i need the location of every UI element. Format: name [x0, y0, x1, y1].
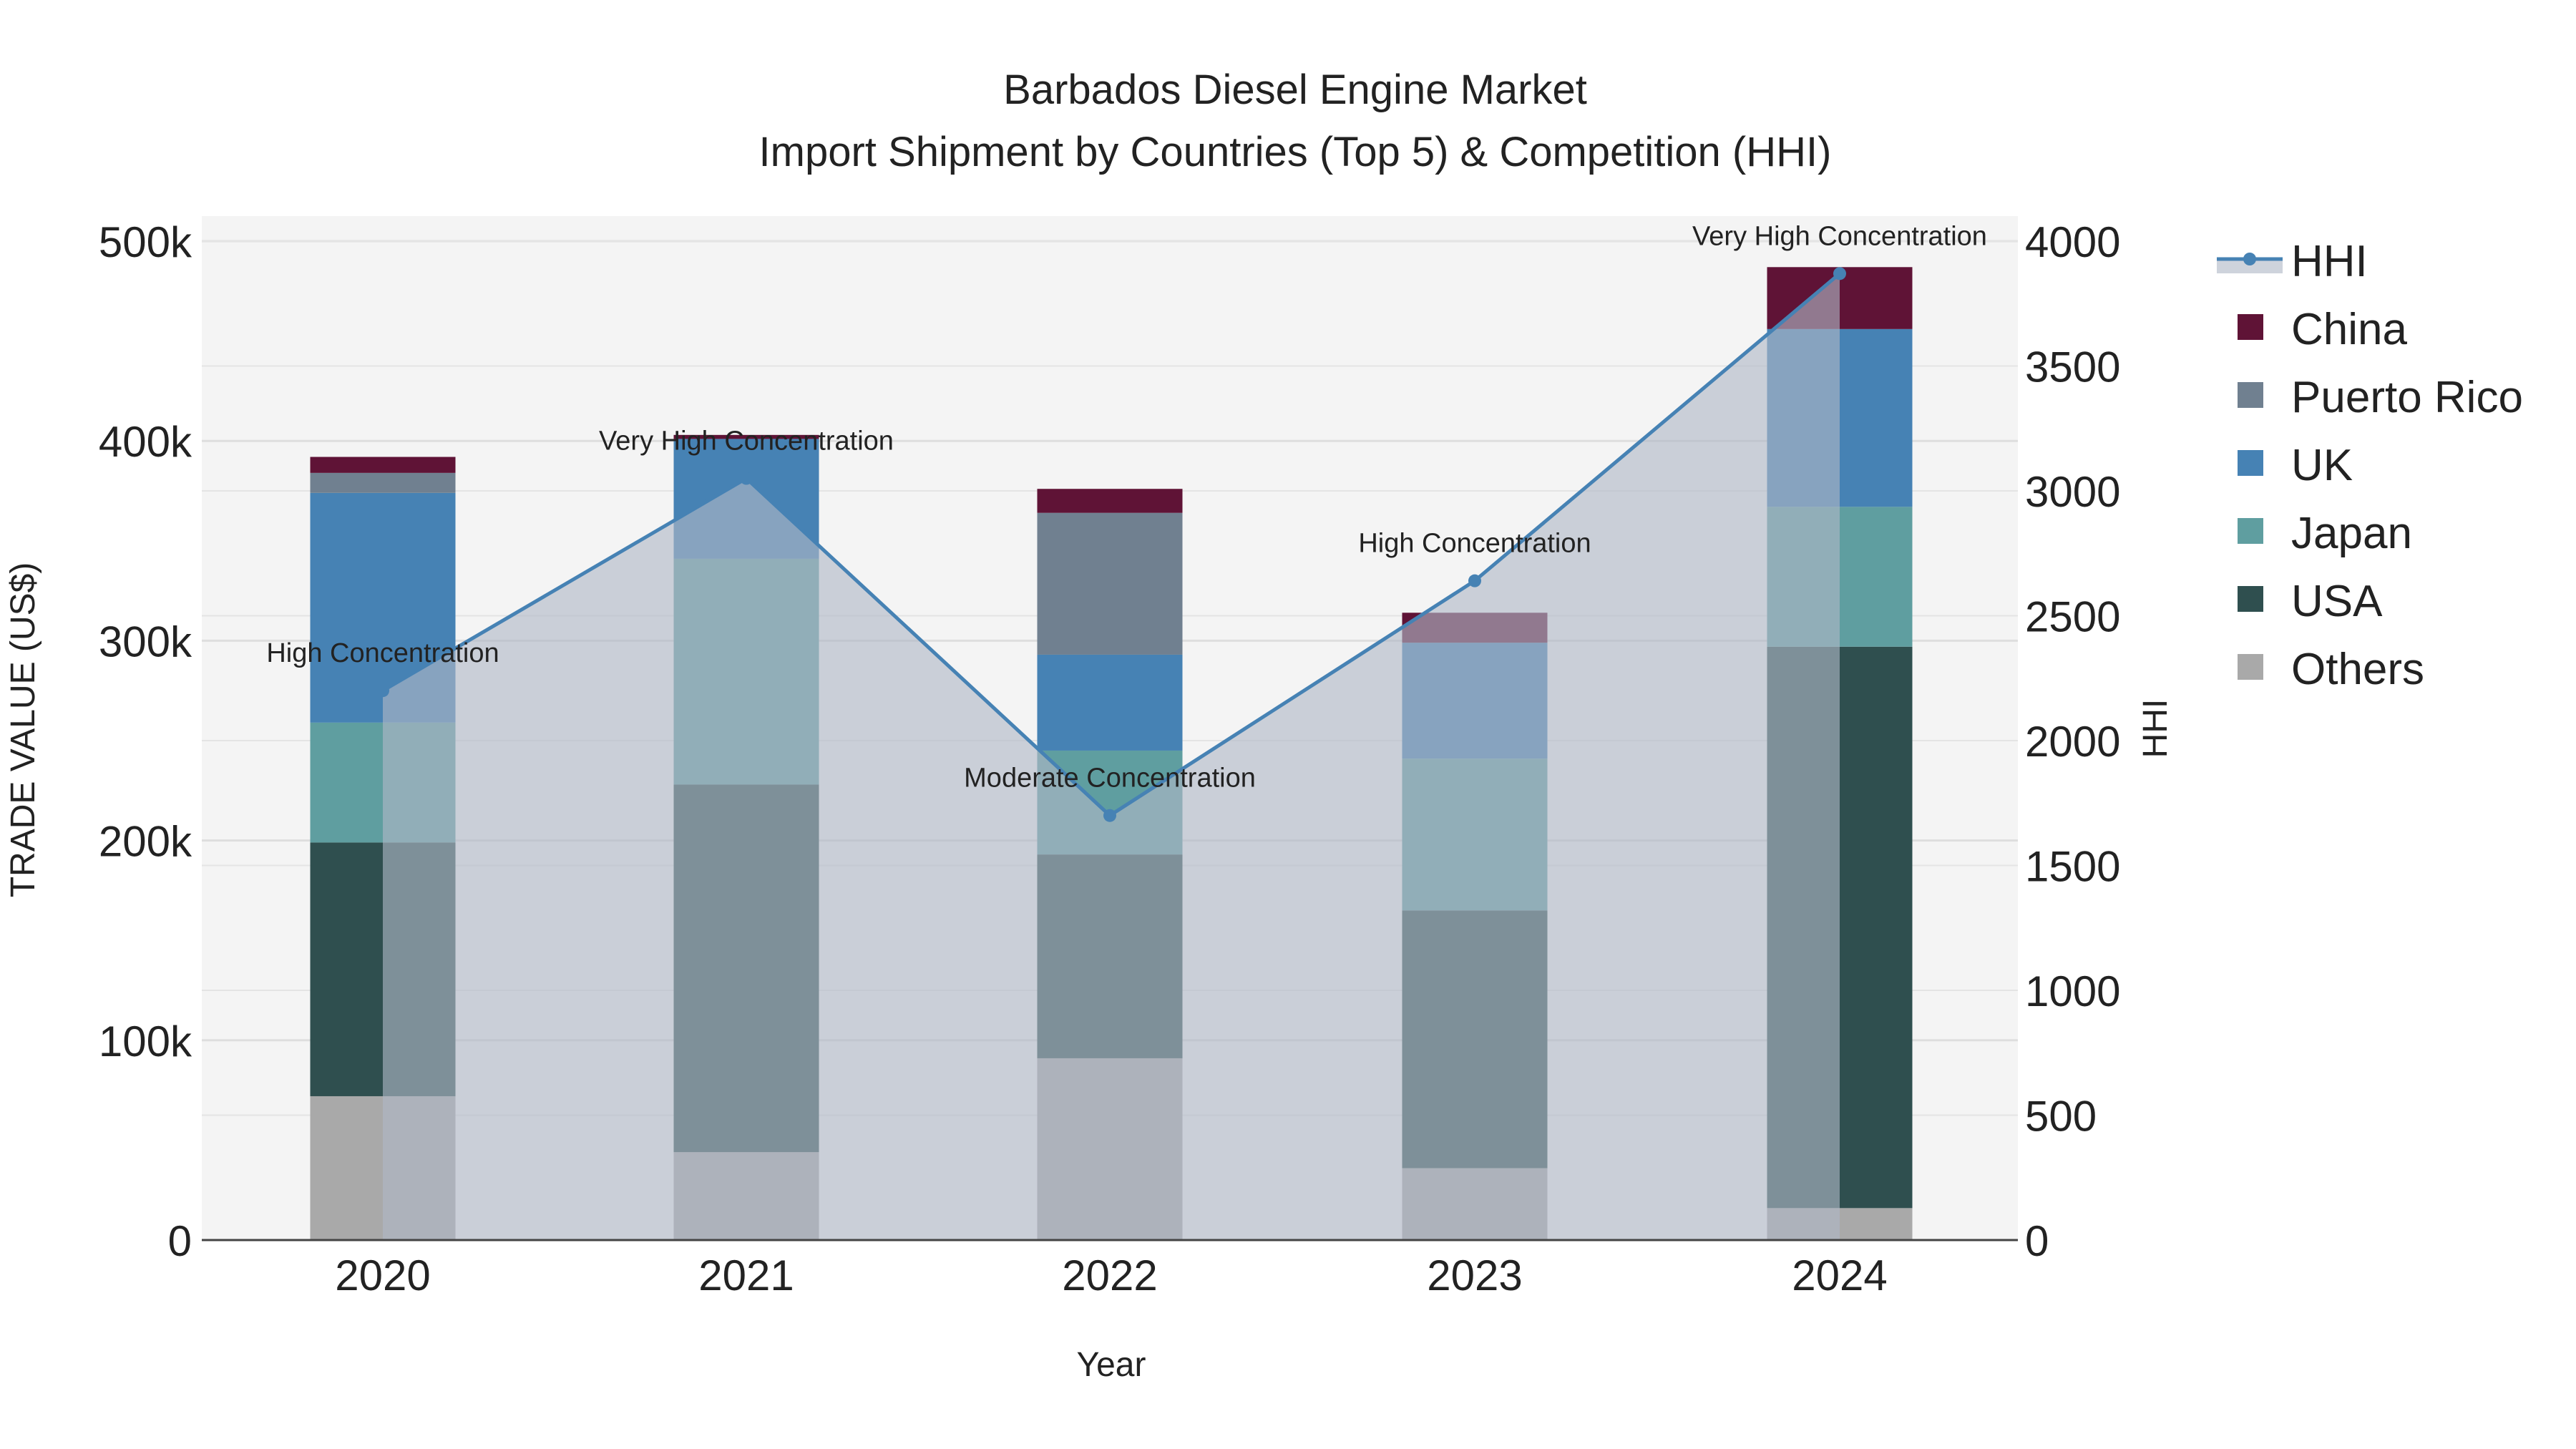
y-tick-label: 500k — [99, 218, 192, 266]
y-axis-ticks: 0 100k 200k 300k 400k 500k — [99, 218, 192, 1265]
hhi-annotation: Moderate Concentration — [964, 763, 1256, 794]
hhi-point[interactable] — [376, 684, 389, 698]
y-tick-label: 0 — [168, 1217, 192, 1265]
y2-tick-label: 500 — [2025, 1093, 2097, 1141]
chart: Barbados Diesel Engine Market Import Shi… — [4, 67, 2523, 1384]
x-tick-label: 2021 — [698, 1252, 794, 1299]
legend-item-puerto-rico[interactable]: Puerto Rico — [2238, 373, 2523, 422]
legend-swatch — [2238, 518, 2263, 544]
x-axis-ticks: 2020 2021 2022 2023 2024 — [335, 1252, 1887, 1299]
legend-item-china[interactable]: China — [2238, 305, 2408, 354]
y-tick-label: 100k — [99, 1018, 192, 1065]
chart-title: Barbados Diesel Engine Market — [1003, 67, 1587, 113]
bar-puerto-rico-2020[interactable] — [310, 472, 456, 493]
x-tick-label: 2020 — [335, 1252, 430, 1299]
legend-label: HHI — [2291, 237, 2368, 286]
y-tick-label: 400k — [99, 418, 192, 466]
y-tick-label: 200k — [99, 818, 192, 866]
y2-tick-label: 2500 — [2025, 593, 2120, 641]
legend-swatch — [2238, 654, 2263, 680]
y2-tick-label: 4000 — [2025, 218, 2120, 266]
y-axis-title: TRADE VALUE (US$) — [4, 562, 42, 898]
legend-label: Others — [2291, 645, 2424, 694]
legend-swatch — [2238, 382, 2263, 408]
bar-china-2022[interactable] — [1037, 489, 1183, 513]
hhi-annotation: Very High Concentration — [599, 426, 894, 457]
hhi-annotation: High Concentration — [266, 638, 499, 668]
y2-axis-title: HHI — [2137, 699, 2175, 758]
x-tick-label: 2023 — [1427, 1252, 1522, 1299]
hhi-annotation: Very High Concentration — [1692, 221, 1987, 251]
hhi-annotation: High Concentration — [1358, 529, 1591, 559]
x-tick-label: 2022 — [1062, 1252, 1157, 1299]
y2-tick-label: 2000 — [2025, 718, 2120, 766]
legend-item-others[interactable]: Others — [2238, 645, 2424, 694]
legend-label: Japan — [2291, 509, 2412, 558]
legend-label: China — [2291, 305, 2408, 354]
legend-item-usa[interactable]: USA — [2238, 577, 2383, 626]
legend-marker — [2243, 253, 2256, 265]
legend-swatch — [2238, 586, 2263, 612]
x-axis-title: Year — [1077, 1346, 1146, 1384]
hhi-point[interactable] — [1468, 574, 1481, 587]
hhi-point[interactable] — [1103, 809, 1116, 822]
legend: HHI China Puerto Rico UK Japan USA Others — [2217, 237, 2523, 694]
legend-item-japan[interactable]: Japan — [2238, 509, 2412, 558]
bar-puerto-rico-2022[interactable] — [1037, 512, 1183, 655]
y2-tick-label: 1500 — [2025, 843, 2120, 891]
chart-subtitle: Import Shipment by Countries (Top 5) & C… — [759, 129, 1832, 175]
legend-label: USA — [2291, 577, 2383, 626]
bar-china-2020[interactable] — [310, 457, 456, 473]
x-tick-label: 2024 — [1792, 1252, 1887, 1299]
legend-swatch — [2238, 450, 2263, 476]
hhi-point[interactable] — [1833, 267, 1846, 280]
bar-uk-2022[interactable] — [1037, 654, 1183, 751]
y-tick-label: 300k — [99, 618, 192, 665]
y2-tick-label: 3500 — [2025, 343, 2120, 391]
y2-tick-label: 3000 — [2025, 468, 2120, 516]
legend-label: Puerto Rico — [2291, 373, 2523, 422]
legend-swatch — [2238, 314, 2263, 340]
legend-item-hhi[interactable]: HHI — [2217, 237, 2368, 286]
y2-tick-label: 0 — [2025, 1217, 2049, 1265]
y2-tick-label: 1000 — [2025, 967, 2120, 1015]
hhi-point[interactable] — [740, 472, 753, 485]
legend-item-uk[interactable]: UK — [2238, 441, 2353, 490]
y2-axis-ticks: 0 500 1000 1500 2000 2500 3000 3500 4000 — [2025, 218, 2120, 1265]
legend-label: UK — [2291, 441, 2353, 490]
